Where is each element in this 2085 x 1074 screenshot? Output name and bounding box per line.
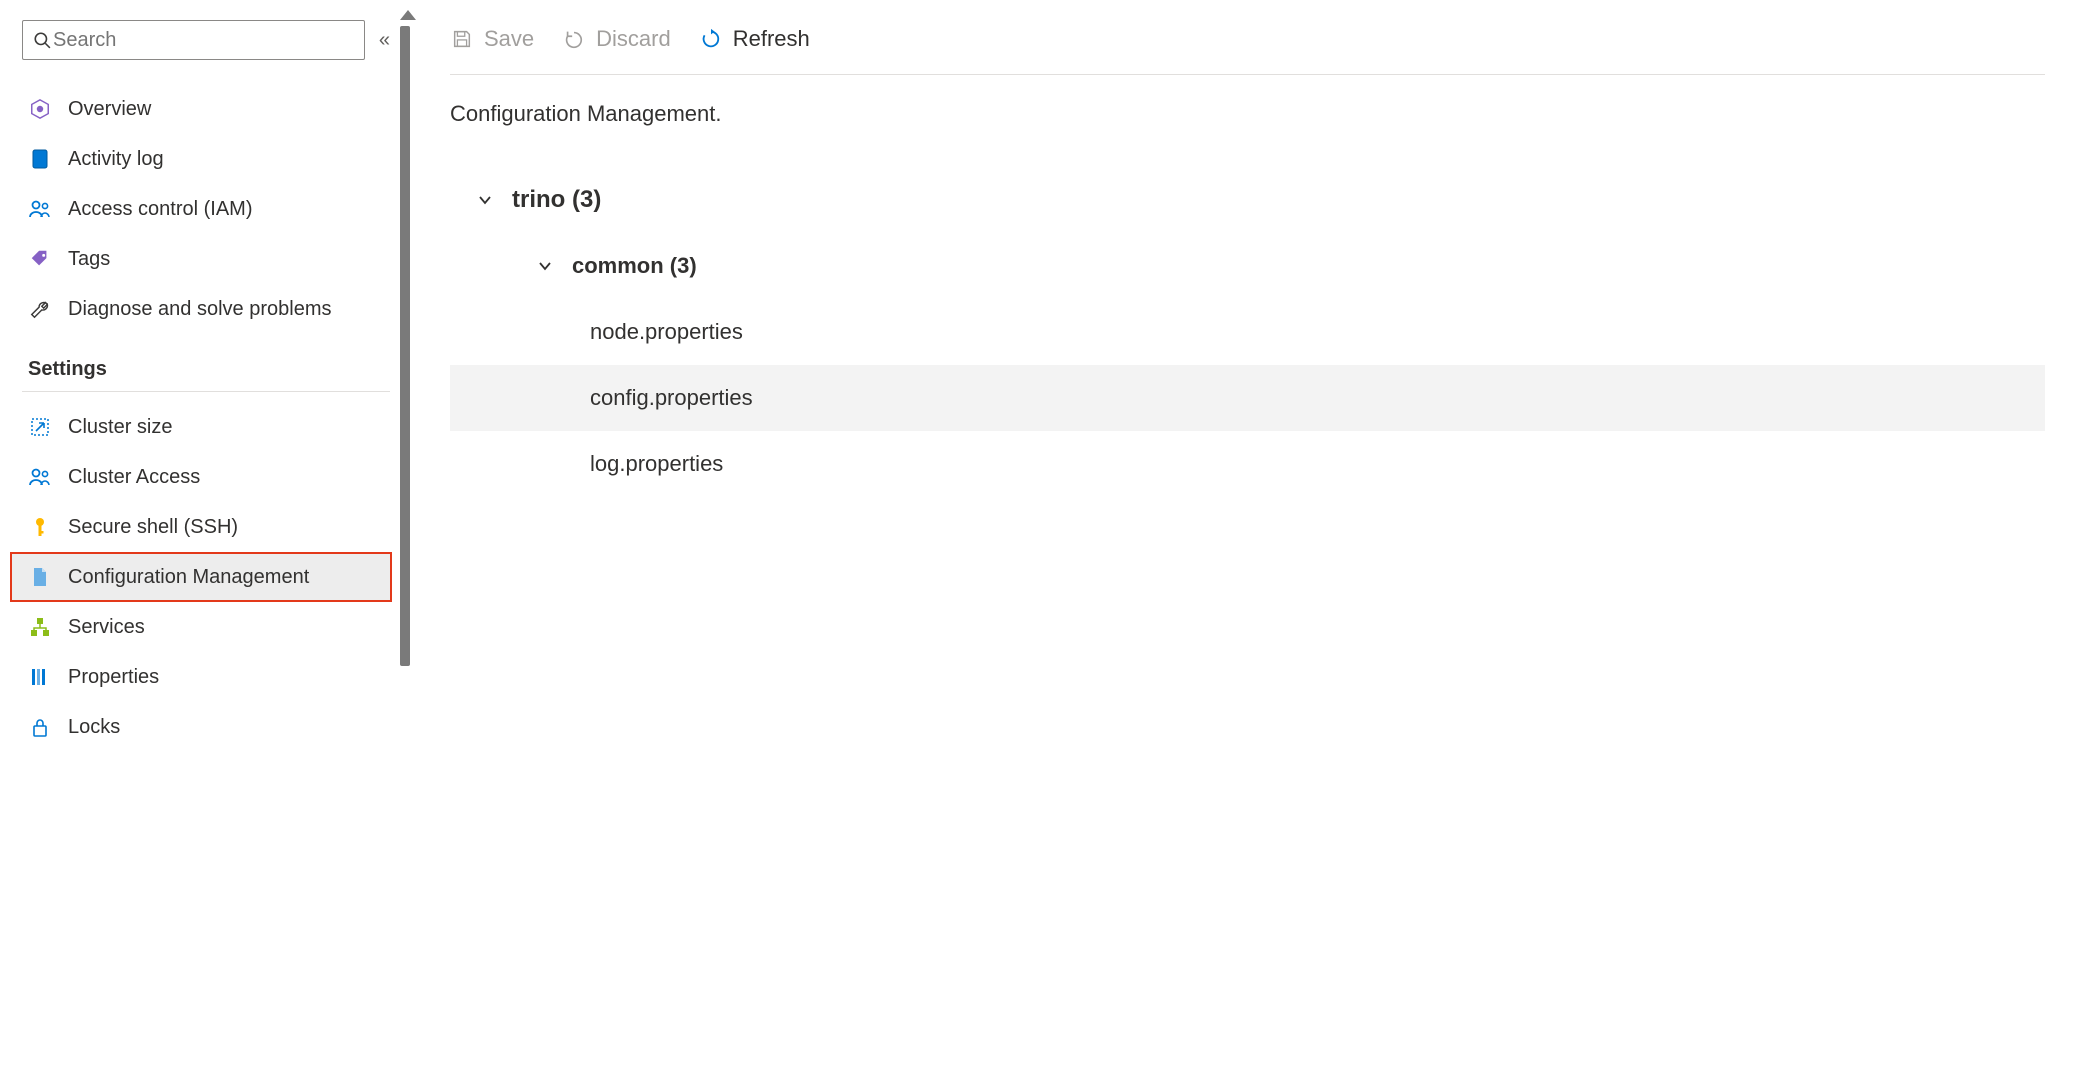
sidebar-section-settings: Settings	[22, 358, 390, 381]
sidebar-item-cluster-access[interactable]: Cluster Access	[22, 452, 390, 502]
save-button[interactable]: Save	[450, 26, 534, 52]
tree-file-node-properties[interactable]: node.properties	[450, 299, 2045, 365]
page-title: Configuration Management.	[450, 101, 2045, 127]
sidebar-item-label: Diagnose and solve problems	[68, 298, 332, 321]
chevron-down-icon	[530, 258, 560, 274]
sidebar-item-services[interactable]: Services	[22, 602, 390, 652]
diagnose-icon	[28, 298, 52, 320]
file-icon	[28, 566, 52, 588]
overview-icon	[28, 98, 52, 120]
refresh-label: Refresh	[733, 26, 810, 52]
sidebar: « Overview Activity log Access control (…	[0, 0, 400, 1074]
scroll-thumb[interactable]	[400, 26, 410, 666]
discard-label: Discard	[596, 26, 671, 52]
tree-subgroup-label: common (3)	[572, 253, 697, 279]
tree-subgroup-common[interactable]: common (3)	[450, 233, 2045, 299]
sidebar-item-activity-log[interactable]: Activity log	[22, 134, 390, 184]
discard-button[interactable]: Discard	[562, 26, 671, 52]
sidebar-item-label: Secure shell (SSH)	[68, 516, 238, 539]
tree-file-label: node.properties	[590, 319, 743, 345]
refresh-icon	[699, 27, 723, 51]
sidebar-item-label: Properties	[68, 666, 159, 689]
access-control-icon	[28, 199, 52, 219]
key-icon	[28, 516, 52, 538]
properties-icon	[28, 667, 52, 687]
refresh-button[interactable]: Refresh	[699, 26, 810, 52]
sidebar-item-locks[interactable]: Locks	[22, 702, 390, 752]
save-label: Save	[484, 26, 534, 52]
tree-file-config-properties[interactable]: config.properties	[450, 365, 2045, 431]
tree-file-log-properties[interactable]: log.properties	[450, 431, 2045, 497]
sidebar-item-label: Tags	[68, 248, 110, 271]
main-panel: Save Discard Refresh Configuration Manag…	[410, 0, 2085, 1074]
sidebar-item-label: Activity log	[68, 148, 164, 171]
sidebar-item-label: Cluster size	[68, 416, 172, 439]
scrollbar[interactable]	[400, 0, 410, 1074]
sidebar-item-properties[interactable]: Properties	[22, 652, 390, 702]
save-icon	[450, 27, 474, 51]
search-box[interactable]	[22, 20, 365, 60]
sidebar-item-label: Locks	[68, 716, 120, 739]
sidebar-item-tags[interactable]: Tags	[22, 234, 390, 284]
sidebar-item-configuration-management[interactable]: Configuration Management	[10, 552, 392, 602]
search-icon	[33, 31, 51, 49]
tree-group-trino[interactable]: trino (3)	[450, 167, 2045, 233]
tree-file-label: config.properties	[590, 385, 753, 411]
sidebar-item-overview[interactable]: Overview	[22, 84, 390, 134]
divider	[22, 391, 390, 392]
sidebar-item-diagnose[interactable]: Diagnose and solve problems	[22, 284, 390, 334]
tags-icon	[28, 248, 52, 270]
sidebar-item-label: Configuration Management	[68, 566, 309, 589]
config-tree: trino (3) common (3) node.properties con…	[450, 167, 2045, 497]
sidebar-item-label: Overview	[68, 98, 151, 121]
sidebar-item-label: Access control (IAM)	[68, 198, 252, 221]
cluster-access-icon	[28, 467, 52, 487]
sidebar-item-label: Cluster Access	[68, 466, 200, 489]
tree-file-label: log.properties	[590, 451, 723, 477]
discard-icon	[562, 27, 586, 51]
toolbar: Save Discard Refresh	[450, 18, 2045, 75]
sidebar-item-cluster-size[interactable]: Cluster size	[22, 402, 390, 452]
cluster-size-icon	[28, 417, 52, 437]
lock-icon	[28, 716, 52, 738]
activity-log-icon	[28, 148, 52, 170]
collapse-sidebar-icon[interactable]: «	[379, 29, 390, 52]
search-input[interactable]	[51, 28, 354, 53]
tree-group-label: trino (3)	[512, 186, 601, 214]
scroll-up-icon	[400, 10, 416, 20]
chevron-down-icon	[470, 192, 500, 208]
services-icon	[28, 616, 52, 638]
sidebar-item-access-control[interactable]: Access control (IAM)	[22, 184, 390, 234]
sidebar-item-secure-shell[interactable]: Secure shell (SSH)	[22, 502, 390, 552]
sidebar-item-label: Services	[68, 616, 145, 639]
